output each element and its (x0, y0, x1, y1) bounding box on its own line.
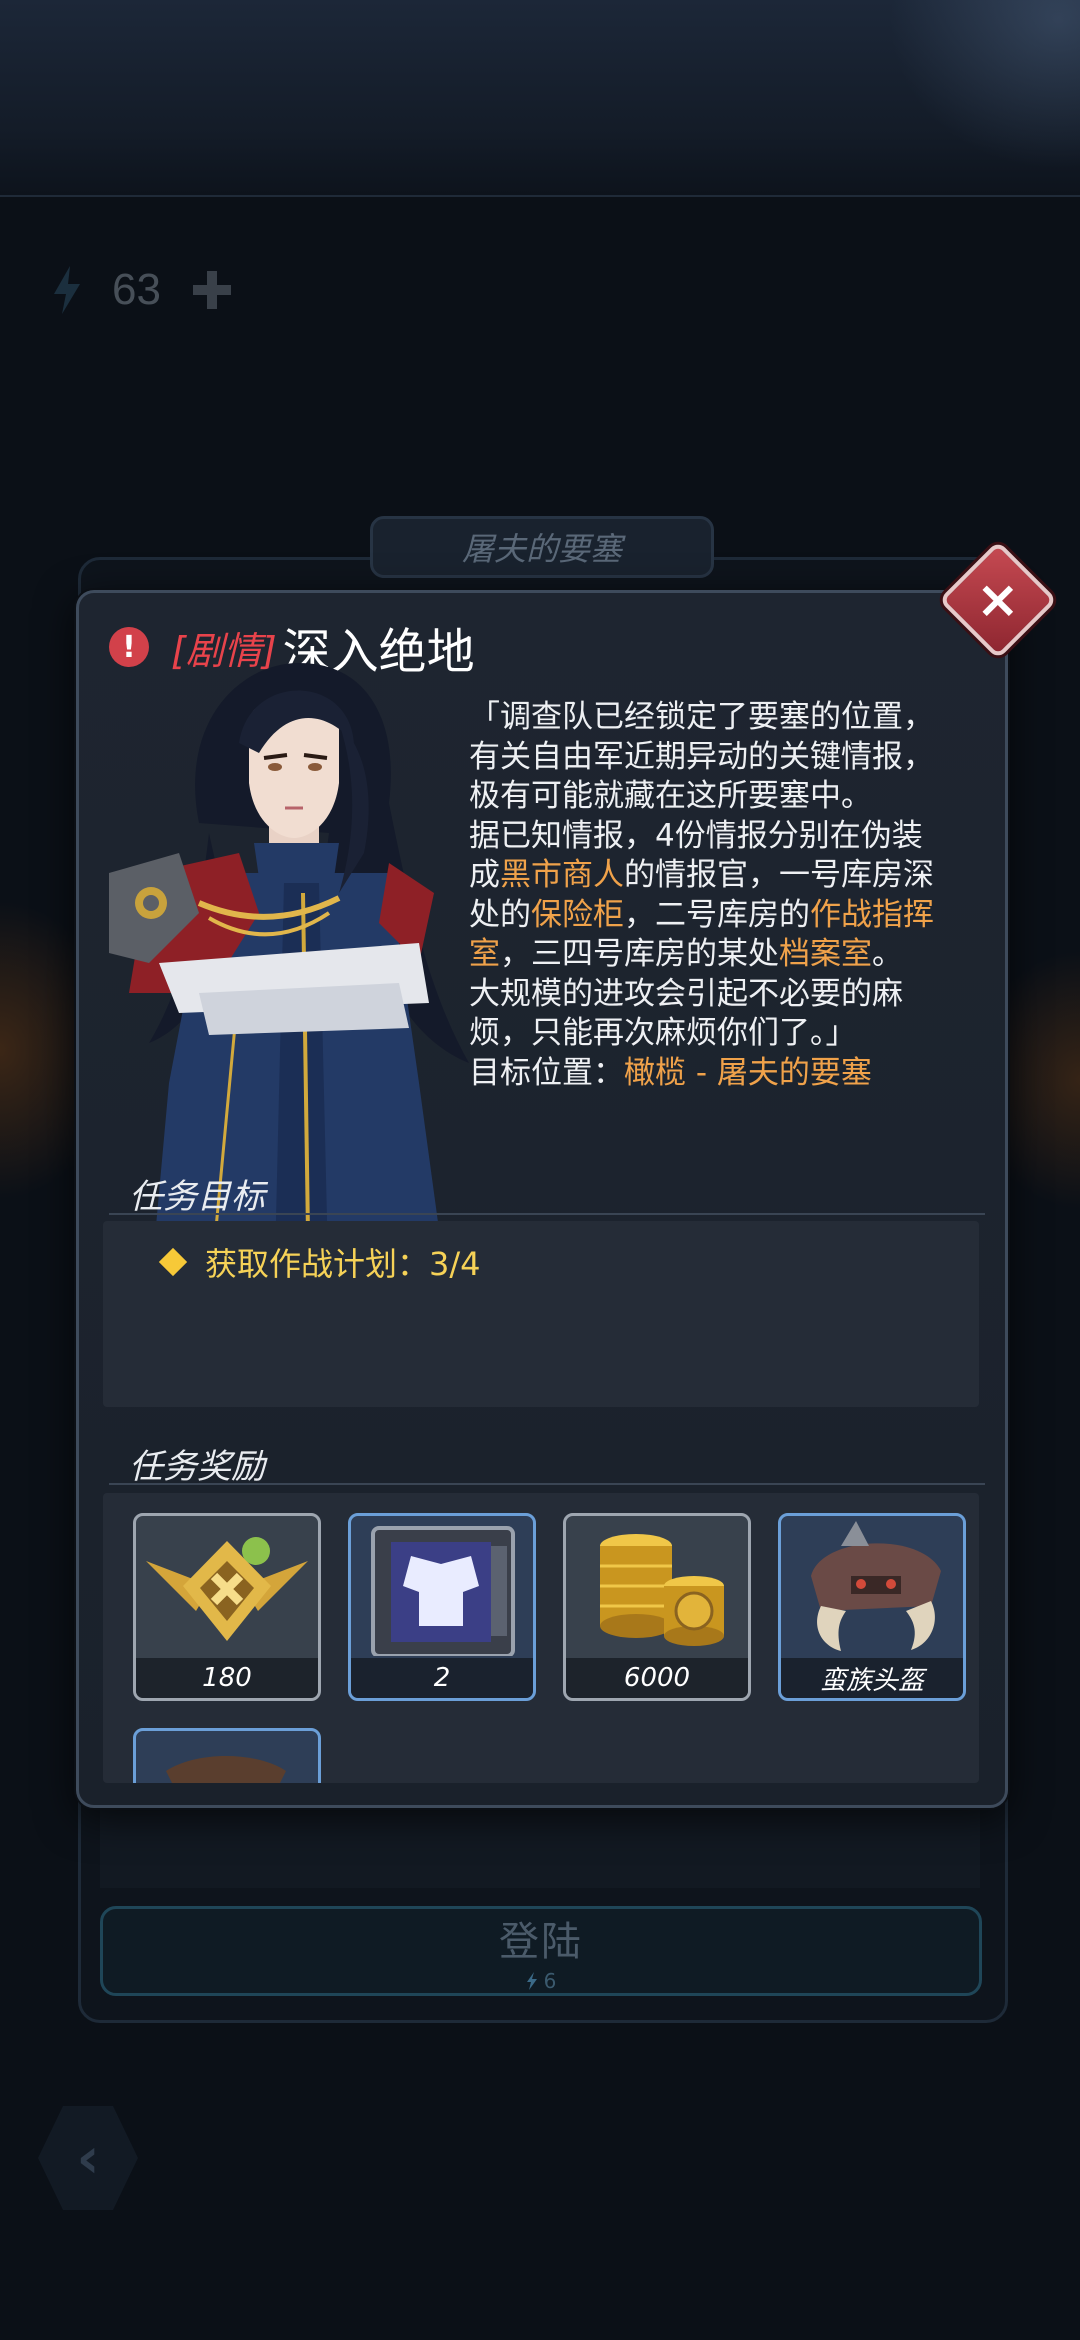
story-highlight: 档案室 (779, 936, 872, 972)
chevron-left-icon: ‹ (76, 2125, 100, 2191)
lightning-icon (526, 1972, 537, 1990)
story-highlight: 作战指挥 (810, 896, 934, 933)
story-text: 成 (469, 857, 500, 893)
reward-item[interactable]: 2 (348, 1513, 536, 1701)
top-banner (0, 0, 1080, 197)
objective-header: 任务目标 (129, 1177, 265, 1217)
story-highlight: 保险柜 (531, 896, 624, 933)
objective-label: 获取作战计划：3/4 (205, 1245, 481, 1283)
story-text: 的情报官，一号库房深 (624, 857, 934, 893)
reward-quantity: 蛮族头盔 (781, 1658, 963, 1698)
story-line: 有关自由军近期异动的关键情报， (469, 738, 989, 778)
story-line: 目标位置：橄榄 - 屠夫的要塞 (469, 1054, 989, 1094)
story-line: 「调查队已经锁定了要塞的位置， (469, 698, 989, 738)
login-button[interactable]: 登陆 6 (100, 1906, 982, 1996)
login-label: 登陆 (499, 1919, 583, 1965)
story-text: 。 (872, 936, 903, 972)
story-line: 极有可能就藏在这所要塞中。 (469, 777, 989, 817)
armor-crate-icon (371, 1526, 515, 1656)
gold-badge-icon (146, 1537, 308, 1641)
story-highlight: 室 (469, 936, 500, 972)
reward-item[interactable] (133, 1728, 321, 1783)
story-text: 「调查队已经锁定了要塞的位置， (469, 699, 934, 735)
story-line: 室，三四号库房的某处档案室。 (469, 935, 989, 975)
divider (109, 1483, 985, 1485)
story-text: 大规模的进攻会引起不必要的麻 (469, 975, 903, 1012)
stage-info-band (100, 1810, 980, 1888)
objective-item: 获取作战计划：3/4 (158, 1239, 481, 1285)
rewards-list: 180 2 6000 蛮族头盔 (103, 1493, 979, 1783)
divider (109, 1213, 985, 1215)
login-cost-value: 6 (543, 1969, 557, 1993)
reward-quantity: 2 (351, 1658, 533, 1698)
partial-item-icon (166, 1756, 286, 1783)
story-highlight: 黑市商人 (500, 857, 624, 893)
lightning-icon (54, 266, 80, 314)
close-icon: × (976, 569, 1020, 630)
back-button[interactable]: ‹ (38, 2106, 138, 2210)
mission-story: 「调查队已经锁定了要塞的位置， 有关自由军近期异动的关键情报， 极有可能就藏在这… (469, 698, 989, 1093)
story-line: 成黑市商人的情报官，一号库房深 (469, 856, 989, 896)
reward-item[interactable]: 6000 (563, 1513, 751, 1701)
story-text: 目标位置： (469, 1054, 624, 1091)
story-line: 大规模的进攻会引起不必要的麻 (469, 975, 989, 1015)
gold-coins-icon (600, 1534, 724, 1646)
diamond-bullet-icon (158, 1247, 188, 1277)
story-text: ，二号库房的 (624, 896, 810, 933)
plus-icon[interactable] (189, 267, 235, 313)
story-text: 烦，只能再次麻烦你们了。」 (469, 1015, 857, 1051)
barbarian-helmet-icon (811, 1521, 941, 1651)
reward-quantity: 6000 (566, 1658, 748, 1698)
target-location: 橄榄 - 屠夫的要塞 (624, 1054, 872, 1091)
story-text: 处的 (469, 896, 531, 933)
stage-title: 屠夫的要塞 (370, 516, 714, 578)
reward-item[interactable]: 180 (133, 1513, 321, 1701)
story-text: 据已知情报，4份情报分别在伪装 (469, 817, 923, 854)
mission-dialog: ! [剧情] 深入绝地 「调查队已经锁定了要塞的位置， 有关自由军近期异动的关键… (76, 590, 1008, 1808)
story-line: 处的保险柜，二号库房的作战指挥 (469, 896, 989, 936)
alert-icon: ! (109, 627, 149, 667)
reward-item[interactable]: 蛮族头盔 (778, 1513, 966, 1701)
reward-quantity: 180 (136, 1658, 318, 1698)
login-cost: 6 (526, 1969, 557, 1993)
story-text: 有关自由军近期异动的关键情报， (469, 738, 934, 775)
story-line: 烦，只能再次麻烦你们了。」 (469, 1014, 989, 1054)
energy-bar: 63 (50, 255, 235, 325)
objective-list: 获取作战计划：3/4 (103, 1221, 979, 1407)
story-text: 极有可能就藏在这所要塞中。 (469, 778, 872, 814)
rewards-header: 任务奖励 (129, 1447, 265, 1487)
story-line: 据已知情报，4份情报分别在伪装 (469, 817, 989, 857)
energy-count: 63 (112, 265, 161, 314)
story-text: ，三四号库房的某处 (500, 936, 779, 972)
